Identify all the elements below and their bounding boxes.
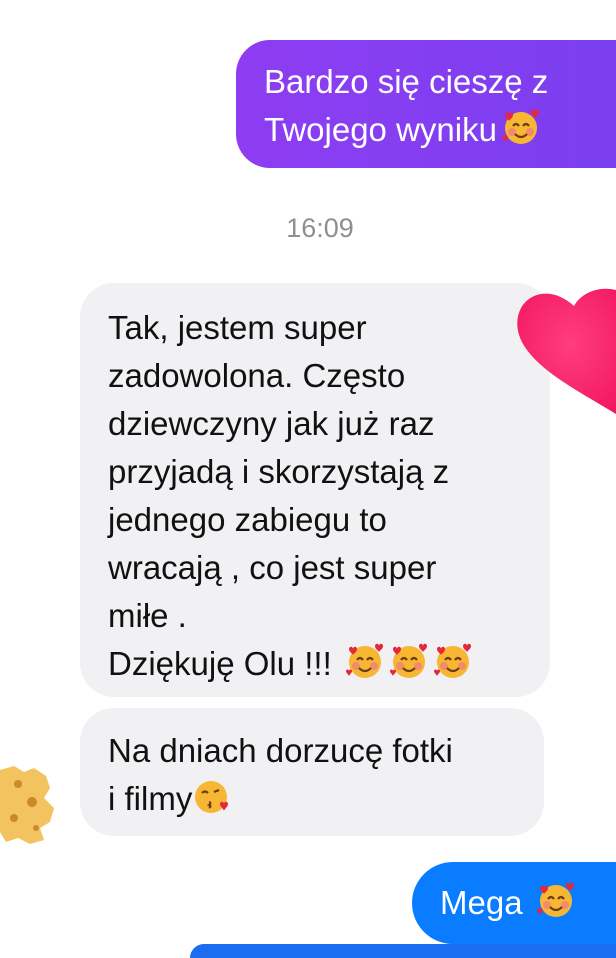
message-line-text: Twojego wyniku <box>264 111 497 148</box>
outgoing-message-bubble[interactable]: Mega <box>412 862 616 944</box>
message-line: dziewczyny jak już raz <box>108 405 435 442</box>
message-line: i filmy <box>108 775 544 823</box>
smiling-face-with-hearts-icon <box>389 641 429 681</box>
partial-sticker-icon <box>0 766 54 844</box>
incoming-message-bubble[interactable]: Tak, jestem super zadowolona. Często dzi… <box>80 283 550 697</box>
face-blowing-kiss-icon <box>192 776 232 816</box>
message-line: Twojego wyniku <box>264 106 616 154</box>
next-message-bubble-edge <box>190 944 616 958</box>
message-line: Bardzo się cieszę z <box>264 63 549 100</box>
smiling-face-with-hearts-icon <box>501 107 541 147</box>
incoming-message-bubble[interactable]: Na dniach dorzucę fotki i filmy <box>80 708 544 836</box>
heart-sticker-icon <box>517 288 616 414</box>
message-line-text: Mega <box>440 884 523 921</box>
message-line: Dziękuję Olu !!! <box>108 640 550 688</box>
message-line: jednego zabiegu to <box>108 501 387 538</box>
outgoing-message-bubble[interactable]: Bardzo się cieszę z Twojego wyniku <box>236 40 616 168</box>
message-timestamp: 16:09 <box>286 213 354 243</box>
message-line: wracają , co jest super <box>108 549 437 586</box>
message-line: zadowolona. Często <box>108 357 406 394</box>
message-line: miłe . <box>108 597 187 634</box>
message-line: Mega <box>440 879 616 927</box>
message-line-text: i filmy <box>108 780 193 817</box>
smiling-face-with-hearts-icon <box>345 641 385 681</box>
message-line: przyjadą i skorzystają z <box>108 453 450 490</box>
smiling-face-with-hearts-icon <box>536 880 576 920</box>
message-line: Na dniach dorzucę fotki <box>108 732 453 769</box>
smiling-face-with-hearts-icon <box>433 641 473 681</box>
message-line-text: Dziękuję Olu !!! <box>108 645 332 682</box>
message-line: Tak, jestem super <box>108 309 367 346</box>
